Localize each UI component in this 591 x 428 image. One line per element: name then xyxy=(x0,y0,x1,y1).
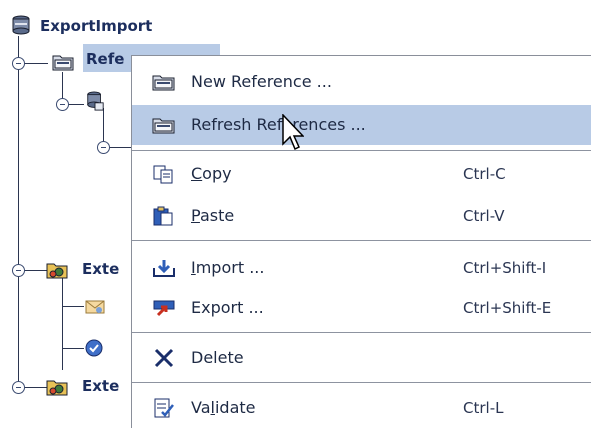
menu-item-refresh-references[interactable]: Refresh References ... xyxy=(132,105,591,145)
tree-item-label[interactable]: Exte xyxy=(82,258,131,280)
tree-root-label[interactable]: ExportImport xyxy=(40,15,152,37)
tree-connector xyxy=(62,270,63,370)
menu-item-shortcut: Ctrl-L xyxy=(463,399,504,417)
tree-connector xyxy=(62,306,84,307)
menu-separator xyxy=(132,240,591,241)
check-circle-icon xyxy=(85,339,103,357)
menu-item-shortcut: Ctrl-V xyxy=(463,207,505,225)
collapse-toggle[interactable] xyxy=(12,57,25,70)
database-icon xyxy=(12,15,30,35)
menu-item-copy[interactable]: Copy Ctrl-C xyxy=(132,154,591,194)
menu-item-label: Import ... xyxy=(191,258,265,277)
folder-icon xyxy=(52,55,74,71)
menu-item-validate[interactable]: Validate Ctrl-L xyxy=(132,388,591,428)
folder-refresh-icon xyxy=(152,118,175,134)
tree-connector xyxy=(18,36,19,388)
database-icon xyxy=(87,91,104,111)
menu-item-shortcut: Ctrl+Shift-E xyxy=(463,299,552,317)
folder-icon xyxy=(152,75,175,91)
collapse-toggle[interactable] xyxy=(56,98,69,111)
menu-item-label: Delete xyxy=(191,348,244,367)
copy-icon xyxy=(153,165,173,184)
validate-icon xyxy=(154,398,174,418)
menu-item-label: Refresh References ... xyxy=(191,115,366,134)
tree-connector xyxy=(62,348,84,349)
menu-item-new-reference[interactable]: New Reference ... xyxy=(132,62,591,102)
menu-item-delete[interactable]: Delete xyxy=(132,338,591,378)
import-icon xyxy=(153,260,175,277)
menu-item-label: Paste xyxy=(191,206,235,225)
context-menu: New Reference ... Refresh References ...… xyxy=(131,55,591,428)
extension-folder-icon xyxy=(46,263,68,279)
menu-item-import[interactable]: Import ... Ctrl+Shift-I xyxy=(132,248,591,288)
delete-icon xyxy=(154,348,174,368)
menu-item-label: Export ... xyxy=(191,298,264,317)
envelope-icon xyxy=(85,300,105,314)
collapse-toggle[interactable] xyxy=(12,264,25,277)
menu-item-label: New Reference ... xyxy=(191,72,332,91)
menu-separator xyxy=(132,382,591,383)
menu-separator xyxy=(132,150,591,151)
mouse-cursor-icon xyxy=(282,114,304,151)
extension-folder-icon xyxy=(46,380,68,396)
menu-item-shortcut: Ctrl-C xyxy=(463,165,506,183)
collapse-toggle[interactable] xyxy=(12,381,25,394)
tree-item-label[interactable]: Refe xyxy=(86,48,131,70)
export-icon xyxy=(153,300,175,317)
menu-separator xyxy=(132,332,591,333)
collapse-toggle[interactable] xyxy=(97,141,110,154)
menu-item-shortcut: Ctrl+Shift-I xyxy=(463,259,547,277)
menu-item-export[interactable]: Export ... Ctrl+Shift-E xyxy=(132,288,591,328)
menu-item-label: Copy xyxy=(191,164,232,183)
menu-item-paste[interactable]: Paste Ctrl-V xyxy=(132,196,591,236)
tree-item-label[interactable]: Exte xyxy=(82,375,131,397)
paste-icon xyxy=(153,206,173,226)
menu-item-label: Validate xyxy=(191,398,256,417)
